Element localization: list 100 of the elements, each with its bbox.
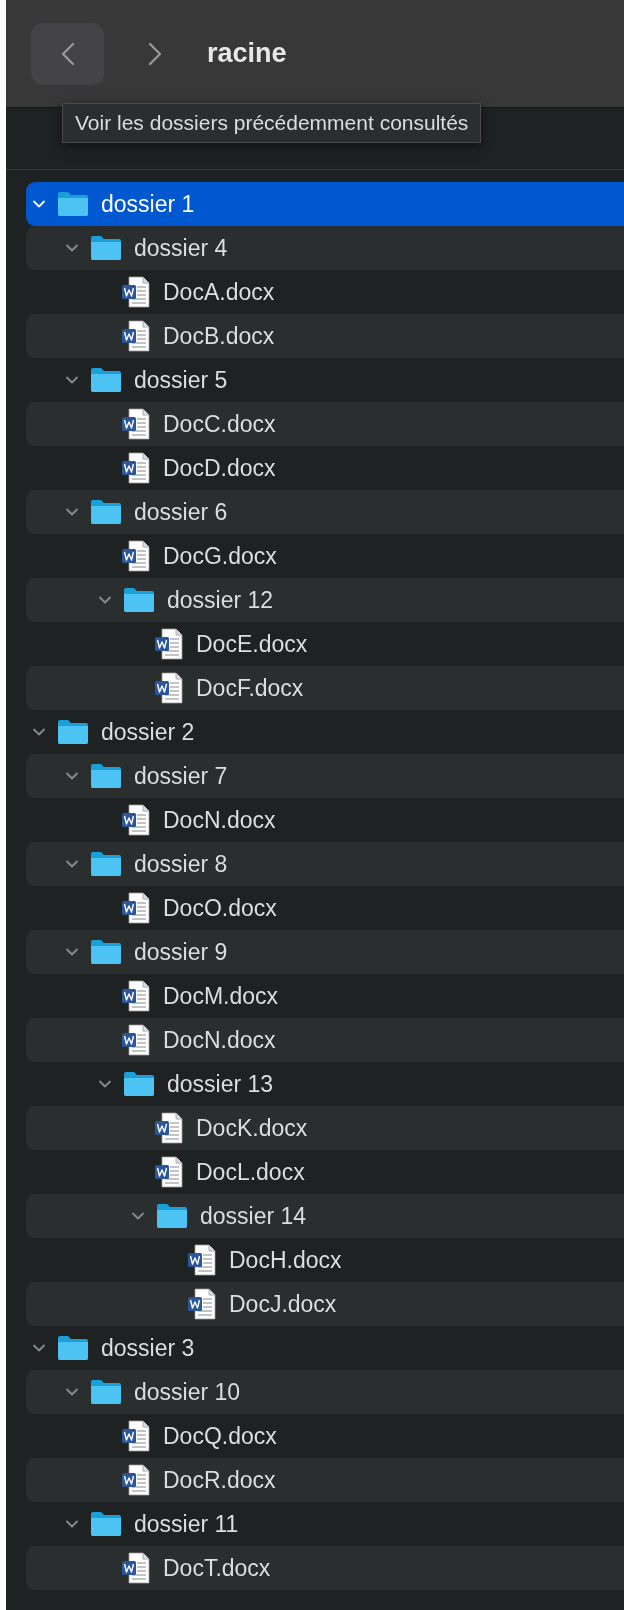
word-document-icon: [154, 1156, 184, 1188]
word-document-icon: [121, 320, 151, 352]
tooltip: Voir les dossiers précédemment consultés: [62, 103, 482, 143]
folder-icon: [90, 939, 122, 965]
item-name: DocJ.docx: [229, 1290, 337, 1318]
chevron-right-icon: [147, 41, 162, 66]
word-document-icon: [121, 1420, 151, 1452]
item-name: DocO.docx: [163, 894, 277, 922]
tree-row[interactable]: dossier 7: [26, 754, 624, 798]
item-name: DocM.docx: [163, 982, 279, 1010]
folder-icon: [90, 235, 122, 261]
item-name: dossier 10: [134, 1378, 241, 1406]
item-name: DocL.docx: [196, 1158, 305, 1186]
item-name: DocK.docx: [196, 1114, 308, 1142]
tree-row[interactable]: DocQ.docx: [26, 1414, 624, 1458]
tree-row[interactable]: dossier 12: [26, 578, 624, 622]
tree-row[interactable]: DocG.docx: [26, 534, 624, 578]
tree-row[interactable]: dossier 3: [26, 1326, 624, 1370]
tree-row[interactable]: DocJ.docx: [26, 1282, 624, 1326]
item-name: dossier 14: [200, 1202, 307, 1230]
word-document-icon: [121, 1552, 151, 1584]
folder-icon: [156, 1203, 188, 1229]
item-name: dossier 11: [134, 1510, 239, 1538]
chevron-left-icon: [60, 41, 75, 66]
word-document-icon: [121, 804, 151, 836]
item-name: dossier 1: [101, 190, 195, 218]
word-document-icon: [121, 1024, 151, 1056]
tree-row[interactable]: DocR.docx: [26, 1458, 624, 1502]
word-document-icon: [154, 672, 184, 704]
item-name: dossier 13: [167, 1070, 274, 1098]
tree-row[interactable]: DocC.docx: [26, 402, 624, 446]
item-name: DocN.docx: [163, 1026, 276, 1054]
item-name: dossier 9: [134, 938, 228, 966]
item-name: DocC.docx: [163, 410, 276, 438]
item-name: DocH.docx: [229, 1246, 342, 1274]
word-document-icon: [187, 1244, 217, 1276]
tree-row[interactable]: DocD.docx: [26, 446, 624, 490]
folder-icon: [123, 1071, 155, 1097]
word-document-icon: [121, 452, 151, 484]
tree-row[interactable]: DocL.docx: [26, 1150, 624, 1194]
tree-row[interactable]: DocN.docx: [26, 1018, 624, 1062]
item-name: dossier 4: [134, 234, 228, 262]
word-document-icon: [121, 540, 151, 572]
item-name: DocT.docx: [163, 1554, 271, 1582]
item-name: DocE.docx: [196, 630, 308, 658]
item-name: DocN.docx: [163, 806, 276, 834]
item-name: dossier 2: [101, 718, 195, 746]
tree-row[interactable]: DocT.docx: [26, 1546, 624, 1590]
tree-row[interactable]: dossier 11: [26, 1502, 624, 1546]
folder-icon: [57, 719, 89, 745]
word-document-icon: [121, 980, 151, 1012]
item-name: DocF.docx: [196, 674, 304, 702]
word-document-icon: [154, 1112, 184, 1144]
tree-row[interactable]: dossier 4: [26, 226, 624, 270]
folder-icon: [90, 367, 122, 393]
word-document-icon: [121, 892, 151, 924]
tree-row[interactable]: dossier 10: [26, 1370, 624, 1414]
tree-row[interactable]: DocA.docx: [26, 270, 624, 314]
folder-icon: [90, 1511, 122, 1537]
item-name: dossier 5: [134, 366, 228, 394]
tree-row[interactable]: dossier 13: [26, 1062, 624, 1106]
tree-row[interactable]: DocK.docx: [26, 1106, 624, 1150]
tree-row[interactable]: dossier 14: [26, 1194, 624, 1238]
tree-row[interactable]: DocB.docx: [26, 314, 624, 358]
folder-icon: [90, 763, 122, 789]
item-name: dossier 12: [167, 586, 274, 614]
tree-row[interactable]: DocF.docx: [26, 666, 624, 710]
tree-row[interactable]: DocH.docx: [26, 1238, 624, 1282]
folder-icon: [123, 587, 155, 613]
item-name: DocG.docx: [163, 542, 277, 570]
item-name: DocA.docx: [163, 278, 275, 306]
item-name: dossier 6: [134, 498, 228, 526]
tree-row[interactable]: dossier 9: [26, 930, 624, 974]
tree-row[interactable]: DocO.docx: [26, 886, 624, 930]
item-name: DocR.docx: [163, 1466, 276, 1494]
item-name: dossier 3: [101, 1334, 195, 1362]
tree-row[interactable]: dossier 2: [26, 710, 624, 754]
folder-icon: [57, 1335, 89, 1361]
word-document-icon: [121, 1464, 151, 1496]
item-name: dossier 8: [134, 850, 228, 878]
tree-row[interactable]: dossier 8: [26, 842, 624, 886]
word-document-icon: [121, 408, 151, 440]
item-name: DocD.docx: [163, 454, 276, 482]
tree-row[interactable]: dossier 6: [26, 490, 624, 534]
tree-row[interactable]: DocN.docx: [26, 798, 624, 842]
item-name: DocB.docx: [163, 322, 275, 350]
word-document-icon: [154, 628, 184, 660]
item-name: dossier 7: [134, 762, 228, 790]
window-title: racine: [207, 38, 287, 69]
item-name: DocQ.docx: [163, 1422, 277, 1450]
folder-icon: [90, 851, 122, 877]
tree-row[interactable]: dossier 1: [26, 182, 624, 226]
folder-icon: [57, 191, 89, 217]
folder-icon: [90, 1379, 122, 1405]
tree-row[interactable]: DocM.docx: [26, 974, 624, 1018]
word-document-icon: [187, 1288, 217, 1320]
tree-row[interactable]: dossier 5: [26, 358, 624, 402]
tree-row[interactable]: DocE.docx: [26, 622, 624, 666]
folder-icon: [90, 499, 122, 525]
word-document-icon: [121, 276, 151, 308]
